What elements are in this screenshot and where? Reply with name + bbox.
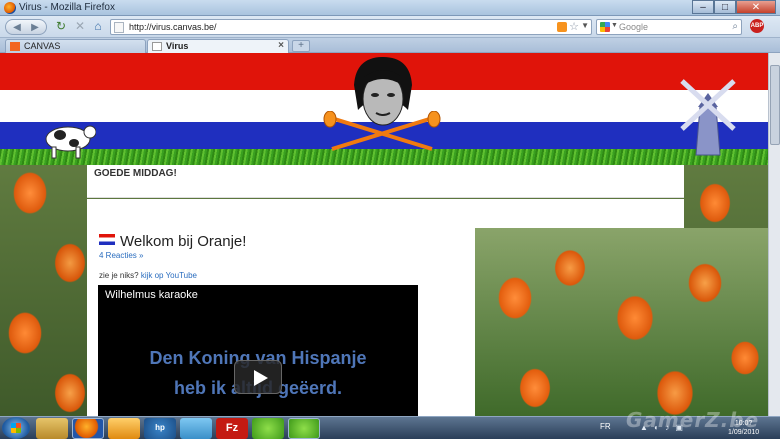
back-forward-buttons[interactable]: ◀ ▶ — [5, 19, 47, 35]
windmill-icon — [680, 79, 736, 156]
hp-icon[interactable]: hp — [144, 418, 176, 439]
tab-strip: CANVAS Virus × + — [0, 38, 780, 53]
video-title[interactable]: Wilhelmus karaoke — [105, 289, 198, 301]
post-title[interactable]: Welkom bij Oranje! — [99, 233, 246, 250]
header-banner — [0, 53, 768, 165]
firefox-taskbar-icon[interactable] — [72, 418, 104, 439]
stop-icon[interactable]: ✕ — [73, 19, 87, 35]
tab-canvas[interactable]: CANVAS — [5, 39, 146, 53]
start-button[interactable] — [2, 417, 30, 439]
window-title: Virus - Mozilla Firefox — [19, 2, 115, 13]
video-player[interactable]: Wilhelmus karaoke Den Koning van Hispanj… — [98, 285, 418, 416]
close-button[interactable]: ✕ — [736, 0, 776, 14]
search-bar[interactable]: ▼ Google ⌕ — [596, 19, 742, 35]
messenger-icon[interactable] — [180, 418, 212, 439]
reload-icon[interactable]: ↻ — [54, 19, 68, 35]
url-text[interactable]: http://virus.canvas.be/ — [129, 22, 217, 32]
forward-arrow-icon[interactable]: ▶ — [26, 20, 44, 35]
firefox-icon — [4, 2, 16, 14]
tab-label: Virus — [166, 41, 189, 51]
play-button[interactable] — [234, 360, 282, 394]
back-arrow-icon[interactable]: ◀ — [8, 20, 26, 35]
rss-feed-icon[interactable] — [557, 22, 567, 32]
page-scrollbar[interactable] — [768, 53, 780, 416]
search-engine-dropdown-icon[interactable]: ▼ — [611, 22, 618, 29]
dutch-flag-icon — [99, 234, 115, 245]
tab-label: CANVAS — [24, 41, 61, 51]
explorer-icon[interactable] — [36, 418, 68, 439]
language-indicator[interactable]: FR — [600, 422, 611, 431]
maximize-button[interactable]: □ — [714, 0, 736, 14]
frog-app-icon[interactable] — [252, 418, 284, 439]
tab-close-icon[interactable]: × — [278, 40, 284, 52]
search-icon[interactable]: ⌕ — [732, 21, 738, 32]
youtube-link[interactable]: kijk op YouTube — [141, 271, 197, 280]
window-titlebar: Virus - Mozilla Firefox – □ ✕ — [0, 0, 780, 16]
address-bar[interactable]: http://virus.canvas.be/ ☆ ▼ — [110, 19, 592, 35]
google-icon[interactable] — [600, 22, 610, 32]
new-tab-button[interactable]: + — [292, 40, 310, 52]
url-dropdown-icon[interactable]: ▼ — [581, 21, 589, 30]
cow-icon — [45, 125, 96, 159]
page-favicon-icon — [152, 42, 162, 51]
greeting-box: GOEDE MIDDAG! — [87, 165, 684, 198]
media-player-icon[interactable] — [108, 418, 140, 439]
tab-virus[interactable]: Virus × — [147, 39, 289, 53]
greeting-text: GOEDE MIDDAG! — [94, 168, 177, 179]
canvas-favicon-icon — [10, 42, 20, 51]
intro-text: zie je niks? — [99, 271, 139, 280]
comments-link[interactable]: 4 Reacties » — [99, 251, 143, 260]
navigation-toolbar: ◀ ▶ ↻ ✕ ⌂ http://virus.canvas.be/ ☆ ▼ ▼ G… — [0, 16, 780, 38]
search-input[interactable]: Google — [619, 22, 648, 32]
page-viewport: GOEDE MIDDAG! Welkom bij Oranje! 4 React… — [0, 53, 780, 416]
bookmark-star-icon[interactable]: ☆ — [569, 20, 579, 33]
post-content: Welkom bij Oranje! 4 Reacties » zie je n… — [87, 199, 475, 416]
window-controls: – □ ✕ — [692, 0, 776, 15]
page-favicon-icon — [114, 22, 124, 33]
adblock-plus-icon[interactable]: ABP — [750, 19, 764, 33]
watermark: GamerZ.be — [626, 408, 760, 432]
minimize-button[interactable]: – — [692, 0, 714, 14]
intro-line: zie je niks? kijk op YouTube — [99, 271, 197, 280]
filezilla-icon[interactable]: Fz — [216, 418, 248, 439]
vuvuzela-icon — [323, 111, 441, 151]
scrollbar-thumb[interactable] — [770, 65, 780, 145]
content-panel-top — [475, 199, 684, 228]
home-icon[interactable]: ⌂ — [91, 19, 105, 35]
tulip-photo — [475, 228, 768, 416]
frog-app-icon-2[interactable] — [288, 418, 320, 439]
post-title-text[interactable]: Welkom bij Oranje! — [120, 233, 246, 250]
